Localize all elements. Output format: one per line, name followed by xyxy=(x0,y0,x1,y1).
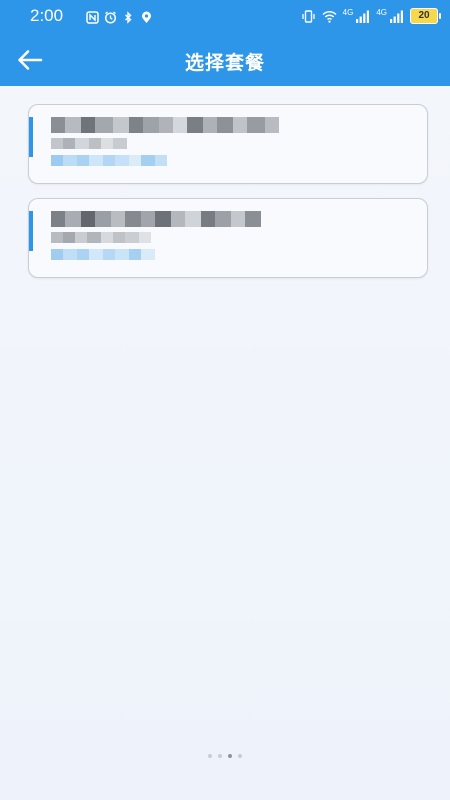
network-type-1: 4G xyxy=(342,7,354,17)
wifi-icon xyxy=(322,9,337,24)
alarm-icon xyxy=(104,9,117,24)
network-type-2: 4G xyxy=(376,7,387,17)
plan-card-accent xyxy=(29,211,33,251)
plan-card-1[interactable] xyxy=(28,104,428,184)
page-indicator xyxy=(0,754,450,758)
signal-sim1-icon xyxy=(355,9,370,24)
page-dot xyxy=(228,754,232,758)
battery-indicator: 20 xyxy=(410,8,441,24)
status-bar: 2:00 4G 4G 20 xyxy=(0,0,450,34)
app-header: 选择套餐 xyxy=(0,34,450,86)
status-time: 2:00 xyxy=(30,6,64,25)
screen: 2:00 4G 4G 20 选择套餐 xyxy=(0,0,450,800)
redacted-plan-name xyxy=(51,211,261,227)
bluetooth-icon xyxy=(122,9,135,24)
redacted-plan-price xyxy=(51,249,155,260)
page-title: 选择套餐 xyxy=(184,52,265,74)
signal-sim2-icon xyxy=(389,9,404,24)
redacted-plan-detail xyxy=(51,232,151,243)
plan-card-accent xyxy=(29,117,33,157)
status-right-icons: 4G 4G 20 xyxy=(301,7,441,24)
plan-list xyxy=(28,104,428,292)
page-dot xyxy=(218,754,222,758)
vibrate-icon xyxy=(301,9,316,24)
redacted-plan-name xyxy=(51,117,279,133)
plan-card-2[interactable] xyxy=(28,198,428,278)
nfc-icon xyxy=(86,9,99,24)
page-dot xyxy=(208,754,212,758)
redacted-plan-detail xyxy=(51,138,127,149)
redacted-plan-price xyxy=(51,155,167,166)
status-left-icons xyxy=(86,9,153,24)
page-dot xyxy=(238,754,242,758)
location-icon xyxy=(140,9,153,23)
